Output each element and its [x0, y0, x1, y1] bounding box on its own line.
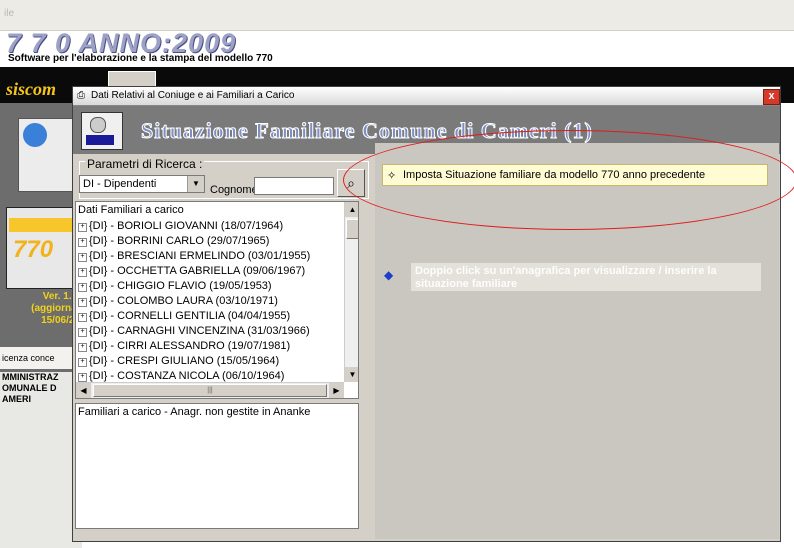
cognome-label: Cognome [210, 184, 258, 196]
expand-icon[interactable]: + [78, 223, 87, 232]
scroll-down-icon[interactable]: ▼ [345, 367, 358, 382]
scroll-up-icon[interactable]: ▲ [345, 202, 358, 217]
params-label: Parametri di Ricerca : [85, 157, 205, 171]
expand-icon[interactable]: + [78, 343, 87, 352]
siscom-logo: siscom [6, 79, 57, 99]
employee-type-select[interactable]: DI - Dipendenti ▼ [79, 175, 205, 193]
expand-icon[interactable]: + [78, 328, 87, 337]
list-item[interactable]: + {DI} - CHIGGIO FLAVIO (19/05/1953) [78, 279, 272, 294]
app-770-icon-tag [9, 218, 75, 232]
horizontal-scrollbar[interactable]: ◀ ||| ▶ [76, 382, 344, 398]
app-770-icon-label: 770 [13, 236, 54, 263]
chevron-down-icon[interactable]: ▼ [187, 176, 204, 192]
hint-text: Doppio click su un'anagrafica per visual… [415, 265, 717, 290]
detail-panel [375, 143, 779, 539]
list-item[interactable]: + {DI} - OCCHETTA GABRIELLA (09/06/1967) [78, 264, 305, 279]
select-value: DI - Dipendenti [83, 178, 157, 190]
person-icon [81, 112, 123, 150]
cognome-input[interactable] [254, 177, 334, 195]
wand-icon: ✧ [387, 170, 397, 182]
list-item[interactable]: + {DI} - CORNELLI GENTILIA (04/04/1955) [78, 309, 290, 324]
scroll-right-icon[interactable]: ▶ [329, 383, 344, 398]
vertical-scrollbar[interactable]: ▲ ▼ [344, 202, 358, 382]
list-item[interactable]: + {DI} - BORIOLI GIOVANNI (18/07/1964) [78, 219, 283, 234]
list-item[interactable]: + {DI} - BRESCIANI ERMELINDO (03/01/1955) [78, 249, 310, 264]
familiari-dialog: ⎙ Dati Relativi al Coniuge e ai Familiar… [72, 86, 781, 542]
expand-icon[interactable]: + [78, 358, 87, 367]
imposta-situazione-button[interactable]: ✧ Imposta Situazione familiare da modell… [382, 164, 768, 186]
family-tree-list[interactable]: Dati Familiari a carico + {DI} - BORIOLI … [75, 201, 359, 399]
footnote-box: Familiari a carico - Anagr. non gestite … [75, 403, 359, 529]
scroll-thumb[interactable] [346, 219, 358, 239]
license-text: icenza conce [0, 347, 82, 369]
footnote-text: Familiari a carico - Anagr. non gestite … [78, 406, 311, 418]
expand-icon[interactable]: + [78, 283, 87, 292]
menu-bar: ile [0, 0, 794, 31]
expand-icon[interactable]: + [78, 298, 87, 307]
page-title: Situazione Familiare Comune di Cameri (1… [141, 118, 593, 144]
settings-doc-icon[interactable] [18, 118, 78, 192]
scroll-thumb[interactable]: ||| [93, 384, 327, 397]
app-subtitle: Software per l'elaborazione e la stampa … [8, 53, 273, 64]
list-item[interactable]: + {DI} - CIRRI ALESSANDRO (19/07/1981) [78, 339, 290, 354]
menu-file[interactable]: ile [4, 8, 14, 19]
expand-icon[interactable]: + [78, 373, 87, 382]
binoculars-icon: ⌕ [347, 175, 355, 191]
dialog-titlebar[interactable]: ⎙ Dati Relativi al Coniuge e ai Familiar… [73, 87, 780, 106]
list-item[interactable]: + {DI} - BORRINI CARLO (29/07/1965) [78, 234, 269, 249]
list-item[interactable]: + {DI} - CARNAGHI VINCENZINA (31/03/1966) [78, 324, 310, 339]
close-button[interactable]: x [763, 89, 780, 105]
expand-icon[interactable]: + [78, 253, 87, 262]
hint-box: Doppio click su un'anagrafica per visual… [411, 263, 761, 291]
scroll-left-icon[interactable]: ◀ [76, 383, 91, 398]
dialog-app-icon: ⎙ [77, 90, 85, 101]
expand-icon[interactable]: + [78, 238, 87, 247]
list-item[interactable]: + {DI} - CRESPI GIULIANO (15/05/1964) [78, 354, 279, 369]
arrow-left-icon: ◆ [384, 268, 394, 282]
app-770-icon[interactable]: 770 [6, 207, 78, 289]
admin-text: MMINISTRAZ OMUNALE D AMERI [0, 372, 82, 548]
expand-icon[interactable]: + [78, 313, 87, 322]
tree-header: Dati Familiari a carico [78, 204, 184, 216]
list-item[interactable]: + {DI} - COLOMBO LAURA (03/10/1971) [78, 294, 278, 309]
expand-icon[interactable]: + [78, 268, 87, 277]
search-button[interactable]: ⌕ [337, 169, 365, 197]
dialog-title: Dati Relativi al Coniuge e ai Familiari … [91, 90, 295, 101]
